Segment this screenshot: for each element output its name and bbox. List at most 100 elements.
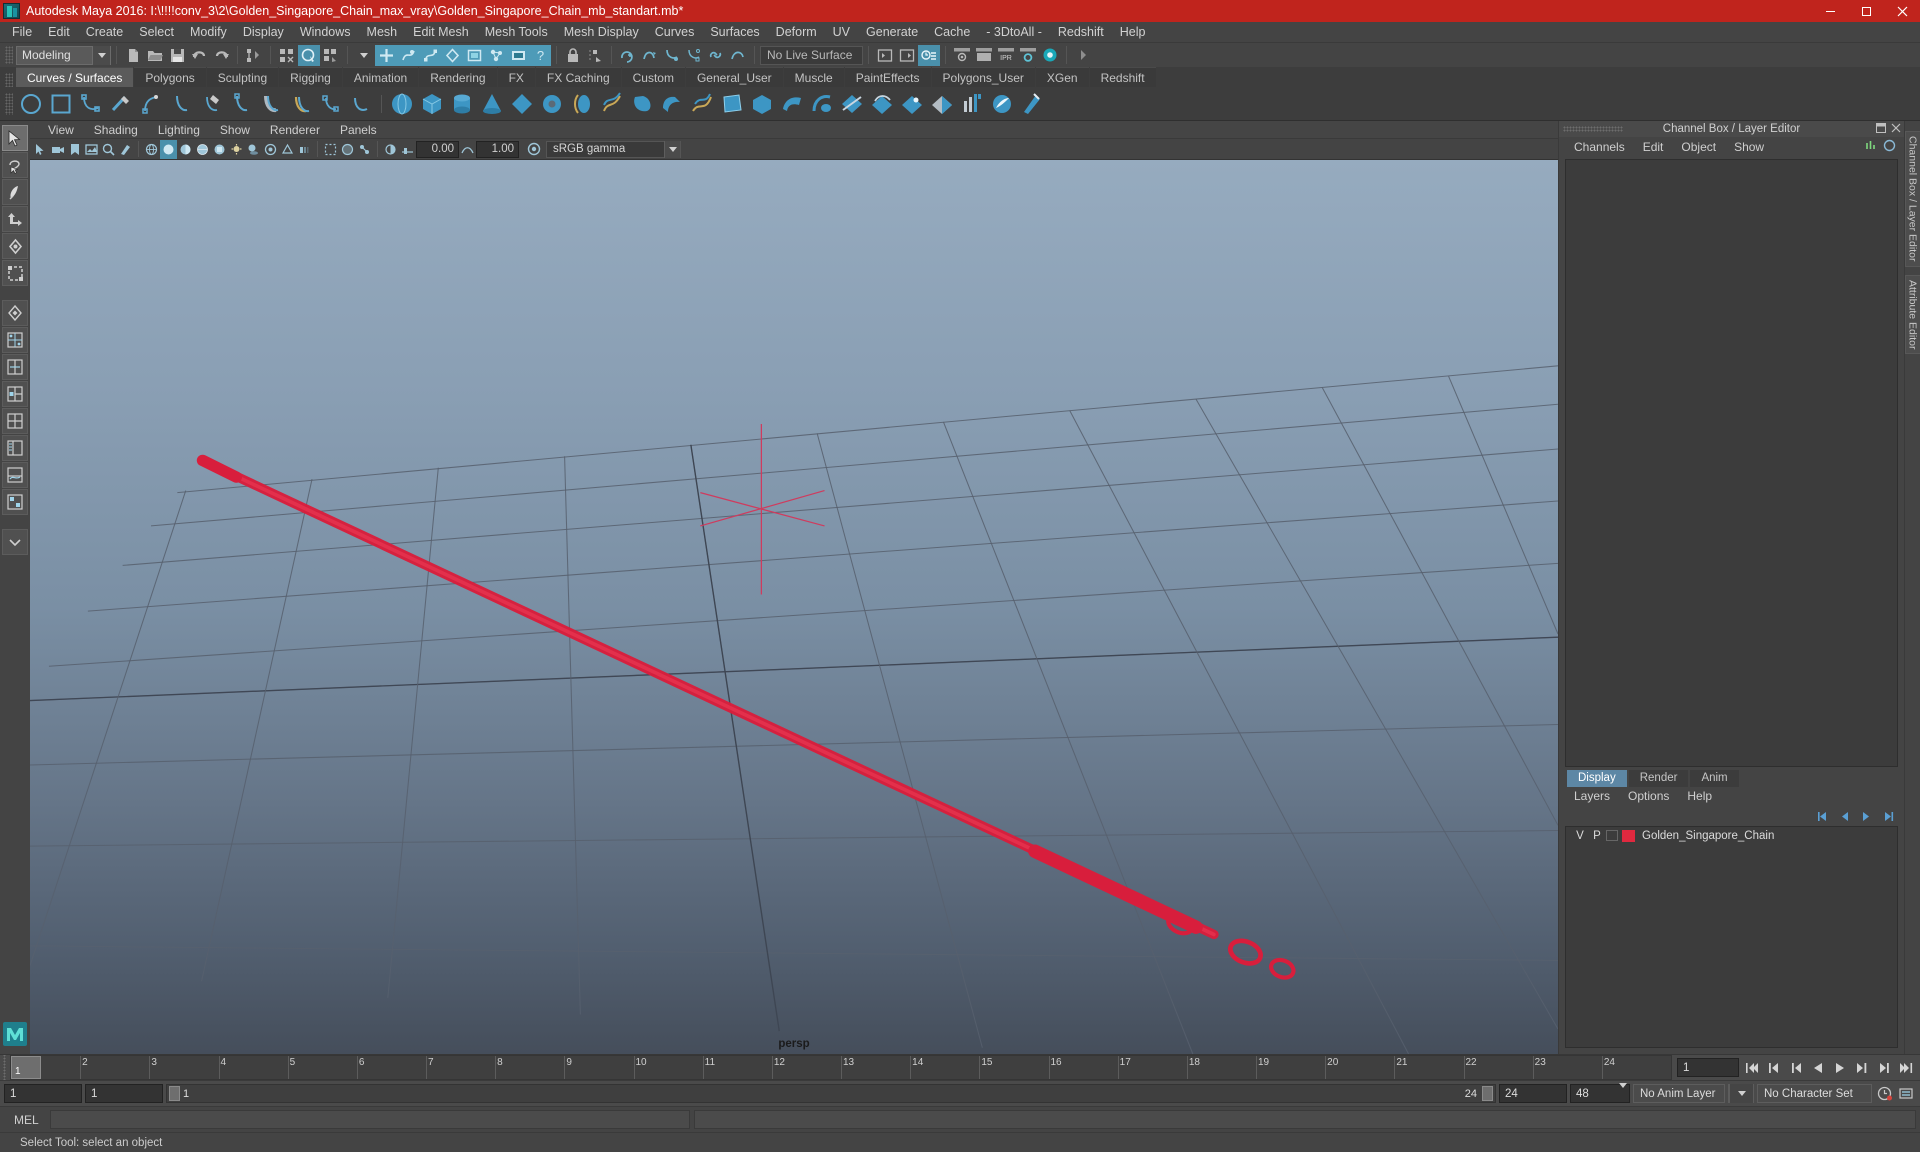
offset-curve-icon[interactable] <box>683 45 705 66</box>
time-slider-grip-icon[interactable] <box>0 1055 10 1080</box>
layer-menu-help[interactable]: Help <box>1678 787 1721 806</box>
motion-blur-icon[interactable] <box>296 140 313 159</box>
layer-editor-icon[interactable] <box>1883 139 1896 152</box>
shelf-tab-polygons-user[interactable]: Polygons_User <box>931 67 1035 87</box>
anim-layer-dropdown[interactable] <box>1728 1084 1754 1103</box>
undo-icon[interactable] <box>188 45 210 66</box>
layer-last-icon[interactable] <box>1881 810 1896 823</box>
shelf-grip-icon[interactable] <box>5 73 13 87</box>
help-icon[interactable]: ? <box>529 44 551 66</box>
birail-icon[interactable] <box>687 89 717 119</box>
menu-file[interactable]: File <box>4 22 40 43</box>
smooth-shade-selected-icon[interactable] <box>177 140 194 159</box>
step-back-key-icon[interactable] <box>1764 1058 1783 1077</box>
snap-to-point-icon[interactable] <box>419 44 441 66</box>
make-live-icon[interactable] <box>485 44 507 66</box>
character-set-selector[interactable]: No Character Set <box>1757 1084 1872 1103</box>
select-by-hierarchy-icon[interactable] <box>243 45 265 66</box>
duplicate-surface-curves-icon[interactable] <box>256 89 286 119</box>
render-current-frame-icon[interactable] <box>951 45 973 66</box>
menu-windows[interactable]: Windows <box>292 22 359 43</box>
show-tool-settings-icon[interactable] <box>896 45 918 66</box>
extrude-surface-icon[interactable] <box>657 89 687 119</box>
shelf-tab-custom[interactable]: Custom <box>621 67 685 87</box>
bevel-icon[interactable] <box>777 89 807 119</box>
go-to-end-icon[interactable] <box>1896 1058 1915 1077</box>
channelbox-menu-channels[interactable]: Channels <box>1565 137 1634 157</box>
layer-menu-layers[interactable]: Layers <box>1565 787 1619 806</box>
panel-menu-shading[interactable]: Shading <box>84 121 148 139</box>
trim-tool-icon[interactable] <box>897 89 927 119</box>
shelf-row-grip-icon[interactable] <box>5 92 13 115</box>
channelbox-menu-show[interactable]: Show <box>1725 137 1773 157</box>
menu-mesh-tools[interactable]: Mesh Tools <box>477 22 556 43</box>
snap-to-projected-center-icon[interactable] <box>441 44 463 66</box>
shadows-icon[interactable] <box>245 140 262 159</box>
close-panel-icon[interactable] <box>1891 123 1901 133</box>
color-profile-selector[interactable]: sRGB gamma <box>546 140 681 158</box>
select-by-component-type-icon[interactable] <box>298 44 320 66</box>
anti-alias-icon[interactable] <box>279 140 296 159</box>
live-surface-field[interactable]: No Live Surface <box>760 45 863 65</box>
revolve-icon[interactable] <box>567 89 597 119</box>
shelf-tab-general-user[interactable]: General_User <box>685 67 783 87</box>
open-close-curve-icon[interactable] <box>346 89 376 119</box>
tab-display[interactable]: Display <box>1567 770 1627 787</box>
hypershade-layout-icon[interactable] <box>2 489 28 515</box>
render-view-icon[interactable] <box>507 44 529 66</box>
tab-anim[interactable]: Anim <box>1690 770 1739 787</box>
boundary-surface-icon[interactable] <box>717 89 747 119</box>
redo-render-icon[interactable] <box>973 45 995 66</box>
two-d-pan-zoom-icon[interactable] <box>100 140 117 159</box>
command-input[interactable] <box>50 1110 690 1129</box>
layer-menu-options[interactable]: Options <box>1619 787 1678 806</box>
nurbs-plane-icon[interactable] <box>507 89 537 119</box>
toolbar-grip-icon[interactable] <box>5 46 13 64</box>
menu-edit-mesh[interactable]: Edit Mesh <box>405 22 477 43</box>
select-by-object-type-icon[interactable] <box>276 45 298 66</box>
xray-joints-icon[interactable] <box>356 140 373 159</box>
range-start-field[interactable]: 1 <box>4 1084 82 1103</box>
sculpt-geometry-icon[interactable] <box>987 89 1017 119</box>
two-pane-layout-icon[interactable] <box>2 354 28 380</box>
color-management-icon[interactable] <box>525 140 542 159</box>
pencil-curve-tool-icon[interactable] <box>166 89 196 119</box>
persp-graph-layout-icon[interactable] <box>2 462 28 488</box>
menu-generate[interactable]: Generate <box>858 22 926 43</box>
three-point-arc-icon[interactable] <box>226 89 256 119</box>
shelf-tab-sculpting[interactable]: Sculpting <box>206 67 279 87</box>
gamma-toggle-icon[interactable] <box>459 140 476 159</box>
panel-menu-panels[interactable]: Panels <box>330 121 387 139</box>
layer-name[interactable]: Golden_Singapore_Chain <box>1642 830 1774 842</box>
gamma-field[interactable]: 1.00 <box>476 140 519 158</box>
minimize-button[interactable] <box>1812 0 1848 22</box>
channel-box-icon[interactable] <box>1864 139 1877 152</box>
channelbox-menu-edit[interactable]: Edit <box>1634 137 1673 157</box>
nurbs-circle-icon[interactable] <box>16 89 46 119</box>
step-forward-key-icon[interactable] <box>1874 1058 1893 1077</box>
select-tool[interactable] <box>2 125 28 151</box>
redshift-render-icon[interactable] <box>1039 45 1061 66</box>
channelbox-menu-object[interactable]: Object <box>1672 137 1725 157</box>
paint-selection-tool[interactable] <box>2 179 28 205</box>
move-tool[interactable] <box>2 206 28 232</box>
shelf-tab-rendering[interactable]: Rendering <box>419 67 497 87</box>
show-attribute-editor-icon[interactable] <box>874 45 896 66</box>
nurbs-torus-icon[interactable] <box>537 89 567 119</box>
exposure-field[interactable]: 0.00 <box>416 140 459 158</box>
play-backwards-icon[interactable] <box>1808 1058 1827 1077</box>
tab-render[interactable]: Render <box>1628 770 1689 787</box>
untrim-surfaces-icon[interactable] <box>927 89 957 119</box>
save-scene-icon[interactable] <box>166 45 188 66</box>
shelf-tab-redshift[interactable]: Redshift <box>1089 67 1156 87</box>
menu-display[interactable]: Display <box>235 22 292 43</box>
vtab-channel-box-layer-editor[interactable]: Channel Box / Layer Editor <box>1904 131 1920 267</box>
menu-mesh-display[interactable]: Mesh Display <box>556 22 647 43</box>
input-output-connections-icon[interactable] <box>584 45 606 66</box>
close-button[interactable] <box>1884 0 1920 22</box>
maximize-button[interactable] <box>1848 0 1884 22</box>
anim-layer-selector[interactable]: No Anim Layer <box>1633 1084 1725 1103</box>
exposure-toggle-icon[interactable] <box>382 140 399 159</box>
smooth-shade-all-icon[interactable] <box>160 139 177 159</box>
shelf-tab-polygons[interactable]: Polygons <box>134 67 206 87</box>
